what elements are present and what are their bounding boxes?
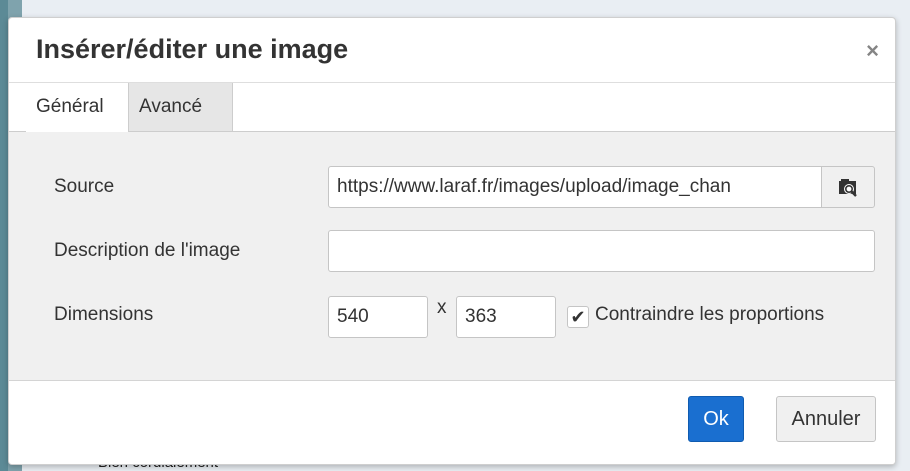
checkmark-icon: ✔ [570, 307, 586, 327]
width-input[interactable]: 540 [328, 296, 428, 338]
source-input[interactable]: https://www.laraf.fr/images/upload/image… [328, 166, 822, 208]
tab-advanced[interactable]: Avancé [129, 83, 233, 131]
dimension-separator: x [437, 297, 447, 318]
source-label: Source [54, 176, 115, 197]
height-input[interactable]: 363 [456, 296, 556, 338]
dialog-footer: Ok Annuler [9, 381, 895, 464]
dialog-titlebar: Insérer/éditer une image × [9, 18, 895, 83]
constrain-proportions-label: Contraindre les proportions [595, 304, 825, 325]
dialog-body: Source https://www.laraf.fr/images/uploa… [9, 132, 895, 381]
dialog-tabs: Général Avancé [9, 83, 895, 132]
close-icon[interactable]: × [866, 38, 879, 64]
cancel-button[interactable]: Annuler [776, 396, 876, 442]
background-sidebar-strip [0, 0, 8, 471]
dialog-title: Insérer/éditer une image [36, 34, 349, 64]
image-dialog: Insérer/éditer une image × Général Avanc… [8, 17, 896, 465]
browse-image-icon [839, 179, 857, 197]
constrain-proportions-checkbox[interactable]: ✔ [567, 306, 589, 328]
dimensions-label: Dimensions [54, 304, 154, 325]
description-label: Description de l'image [54, 240, 241, 261]
browse-button[interactable] [821, 166, 875, 208]
description-input[interactable] [328, 230, 875, 272]
tab-general[interactable]: Général [26, 83, 129, 132]
ok-button[interactable]: Ok [688, 396, 744, 442]
